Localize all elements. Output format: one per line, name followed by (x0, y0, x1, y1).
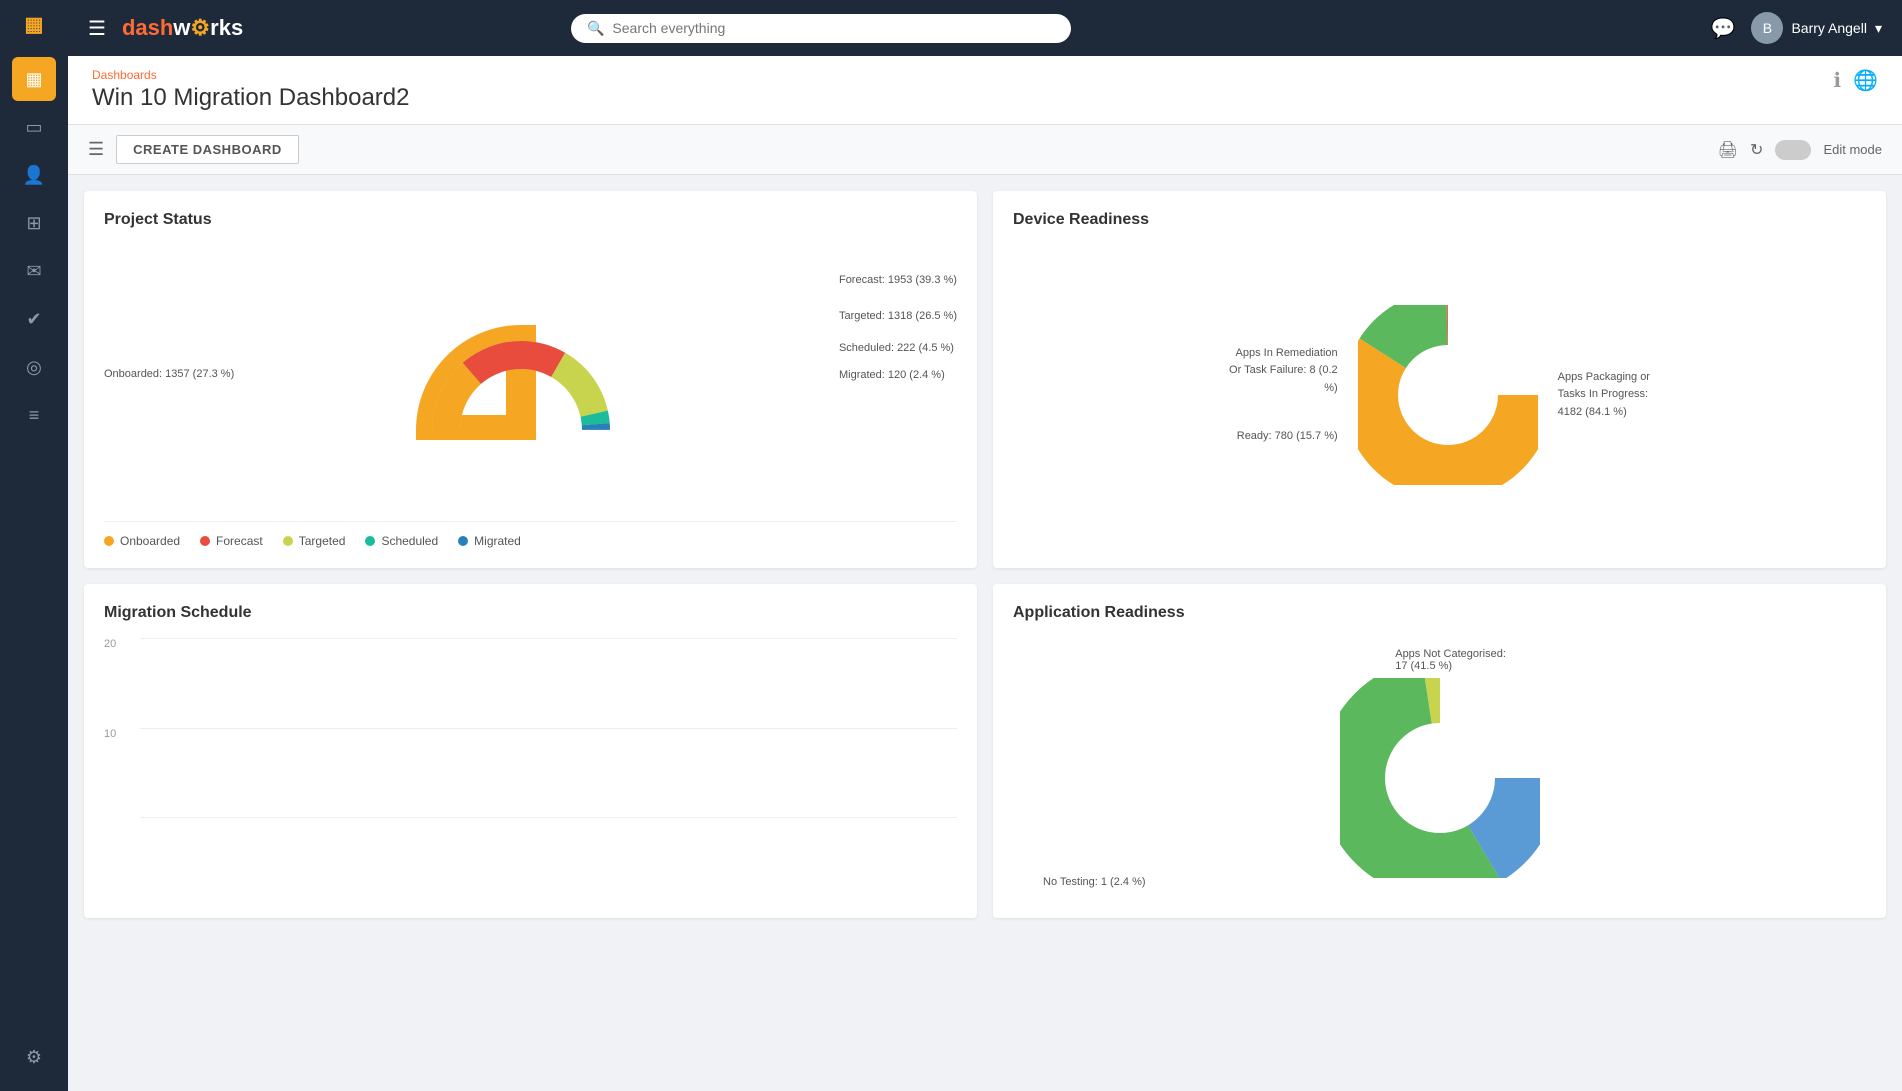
labels-right: Forecast: 1953 (39.3 %) Targeted: 1318 (… (839, 271, 957, 386)
sidebar-item-monitor[interactable]: ▭ (12, 105, 56, 149)
breadcrumb[interactable]: Dashboards (92, 68, 410, 82)
device-readiness-chart (1358, 305, 1538, 485)
page-header-row: Dashboards Win 10 Migration Dashboard2 ℹ… (92, 68, 1878, 112)
sidebar: ▦ ▦ ▭ 👤 ⊞ ✉ ✔ ◎ ≡ ⚙ (0, 0, 68, 1091)
device-label-remediation: Apps In RemediationOr Task Failure: 8 (0… (1229, 345, 1338, 398)
sidebar-logo: ▦ (25, 12, 44, 37)
edit-mode-toggle[interactable] (1775, 140, 1811, 160)
dashboard-grid: Project Status Onboarded: 1357 (27.3 %) (84, 191, 1886, 918)
migration-chart-area: 20 10 (104, 638, 957, 838)
search-bar[interactable]: 🔍 (571, 14, 1071, 43)
logo-works: w⚙rks (173, 15, 243, 40)
legend-dot-forecast (200, 536, 210, 546)
gridline-20 (140, 638, 957, 639)
logo-icon: ▦ (25, 14, 44, 36)
info-icon[interactable]: ℹ (1833, 68, 1841, 93)
device-labels-right: Apps Packaging orTasks In Progress:4182 … (1558, 369, 1650, 422)
migration-schedule-card: Migration Schedule 20 10 (84, 584, 977, 918)
legend-dot-migrated (458, 536, 468, 546)
create-dashboard-button[interactable]: CREATE DASHBOARD (116, 135, 299, 164)
page-header: Dashboards Win 10 Migration Dashboard2 ℹ… (68, 56, 1902, 125)
app-readiness-chart (1340, 678, 1540, 878)
sidebar-item-dashboard[interactable]: ▦ (12, 57, 56, 101)
app-readiness-title: Application Readiness (1013, 604, 1866, 622)
label-onboarded: Onboarded: 1357 (27.3 %) (104, 368, 234, 380)
top-navigation: ☰ dashw⚙rks 🔍 💬 B Barry Angell ▾ (68, 0, 1902, 56)
project-status-title: Project Status (104, 211, 957, 229)
search-icon: 🔍 (587, 20, 604, 37)
globe-icon[interactable]: 🌐 (1853, 68, 1878, 93)
topnav-right: 💬 B Barry Angell ▾ (1711, 12, 1882, 44)
avatar: B (1751, 12, 1783, 44)
logo-dash: dash (122, 15, 173, 40)
sidebar-item-list[interactable]: ≡ (12, 393, 56, 437)
user-name: Barry Angell (1791, 20, 1866, 36)
toolbar-menu-icon[interactable]: ☰ (88, 139, 104, 160)
app-logo: dashw⚙rks (122, 15, 243, 41)
gridline-0 (140, 817, 957, 818)
device-label-packaging: Apps Packaging orTasks In Progress:4182 … (1558, 369, 1650, 422)
chevron-down-icon: ▾ (1875, 20, 1882, 37)
page-title: Win 10 Migration Dashboard2 (92, 84, 410, 112)
sidebar-item-tasks[interactable]: ✔ (12, 297, 56, 341)
app-label-not-cat: Apps Not Categorised:17 (41.5 %) (1395, 648, 1506, 672)
y-axis: 20 10 (104, 638, 116, 838)
legend-forecast: Forecast (200, 534, 263, 548)
legend-targeted: Targeted (283, 534, 346, 548)
sidebar-item-user[interactable]: 👤 (12, 153, 56, 197)
refresh-icon[interactable]: ↻ (1750, 140, 1763, 160)
project-status-legend: Onboarded Forecast Targeted Scheduled (104, 521, 957, 548)
chart-grid (140, 638, 957, 818)
legend-onboarded: Onboarded (104, 534, 180, 548)
sidebar-item-mail[interactable]: ✉ (12, 249, 56, 293)
toolbar-right: 🖨 ↻ Edit mode (1718, 140, 1882, 160)
sidebar-item-compass[interactable]: ◎ (12, 345, 56, 389)
header-left: Dashboards Win 10 Migration Dashboard2 (92, 68, 410, 112)
project-status-chart (411, 310, 631, 440)
messages-icon[interactable]: 💬 (1711, 16, 1736, 41)
label-migrated: Migrated: 120 (2.4 %) (839, 366, 957, 386)
label-targeted: Targeted: 1318 (26.5 %) (839, 307, 957, 327)
app-readiness-chart-area: Apps Not Categorised:17 (41.5 %) (1013, 638, 1866, 898)
label-scheduled: Scheduled: 222 (4.5 %) (839, 339, 957, 359)
device-readiness-title: Device Readiness (1013, 211, 1866, 229)
legend-scheduled: Scheduled (365, 534, 438, 548)
gridline-10 (140, 728, 957, 729)
legend-dot-scheduled (365, 536, 375, 546)
device-readiness-card: Device Readiness Apps In RemediationOr T… (993, 191, 1886, 568)
app-label-no-test: No Testing: 1 (2.4 %) (1043, 876, 1146, 888)
migration-schedule-title: Migration Schedule (104, 604, 957, 622)
legend-dot-onboarded (104, 536, 114, 546)
edit-mode-label: Edit mode (1823, 142, 1882, 157)
hamburger-icon[interactable]: ☰ (88, 16, 106, 41)
sidebar-item-grid[interactable]: ⊞ (12, 201, 56, 245)
label-forecast: Forecast: 1953 (39.3 %) (839, 271, 957, 291)
legend-dot-targeted (283, 536, 293, 546)
header-icons: ℹ 🌐 (1833, 68, 1878, 93)
project-status-card: Project Status Onboarded: 1357 (27.3 %) (84, 191, 977, 568)
device-label-ready: Ready: 780 (15.7 %) (1229, 428, 1338, 446)
dashboard-content: Project Status Onboarded: 1357 (27.3 %) (68, 175, 1902, 1091)
legend-migrated: Migrated (458, 534, 521, 548)
device-labels-left: Apps In RemediationOr Task Failure: 8 (0… (1229, 345, 1338, 445)
sidebar-item-settings[interactable]: ⚙ (12, 1035, 56, 1079)
main-content: ☰ dashw⚙rks 🔍 💬 B Barry Angell ▾ Dashboa… (68, 0, 1902, 1091)
toolbar: ☰ CREATE DASHBOARD 🖨 ↻ Edit mode (68, 125, 1902, 175)
app-readiness-card: Application Readiness Apps Not Categoris… (993, 584, 1886, 918)
search-input[interactable] (612, 20, 1055, 36)
user-info[interactable]: B Barry Angell ▾ (1751, 12, 1882, 44)
print-icon[interactable]: 🖨 (1718, 140, 1738, 160)
